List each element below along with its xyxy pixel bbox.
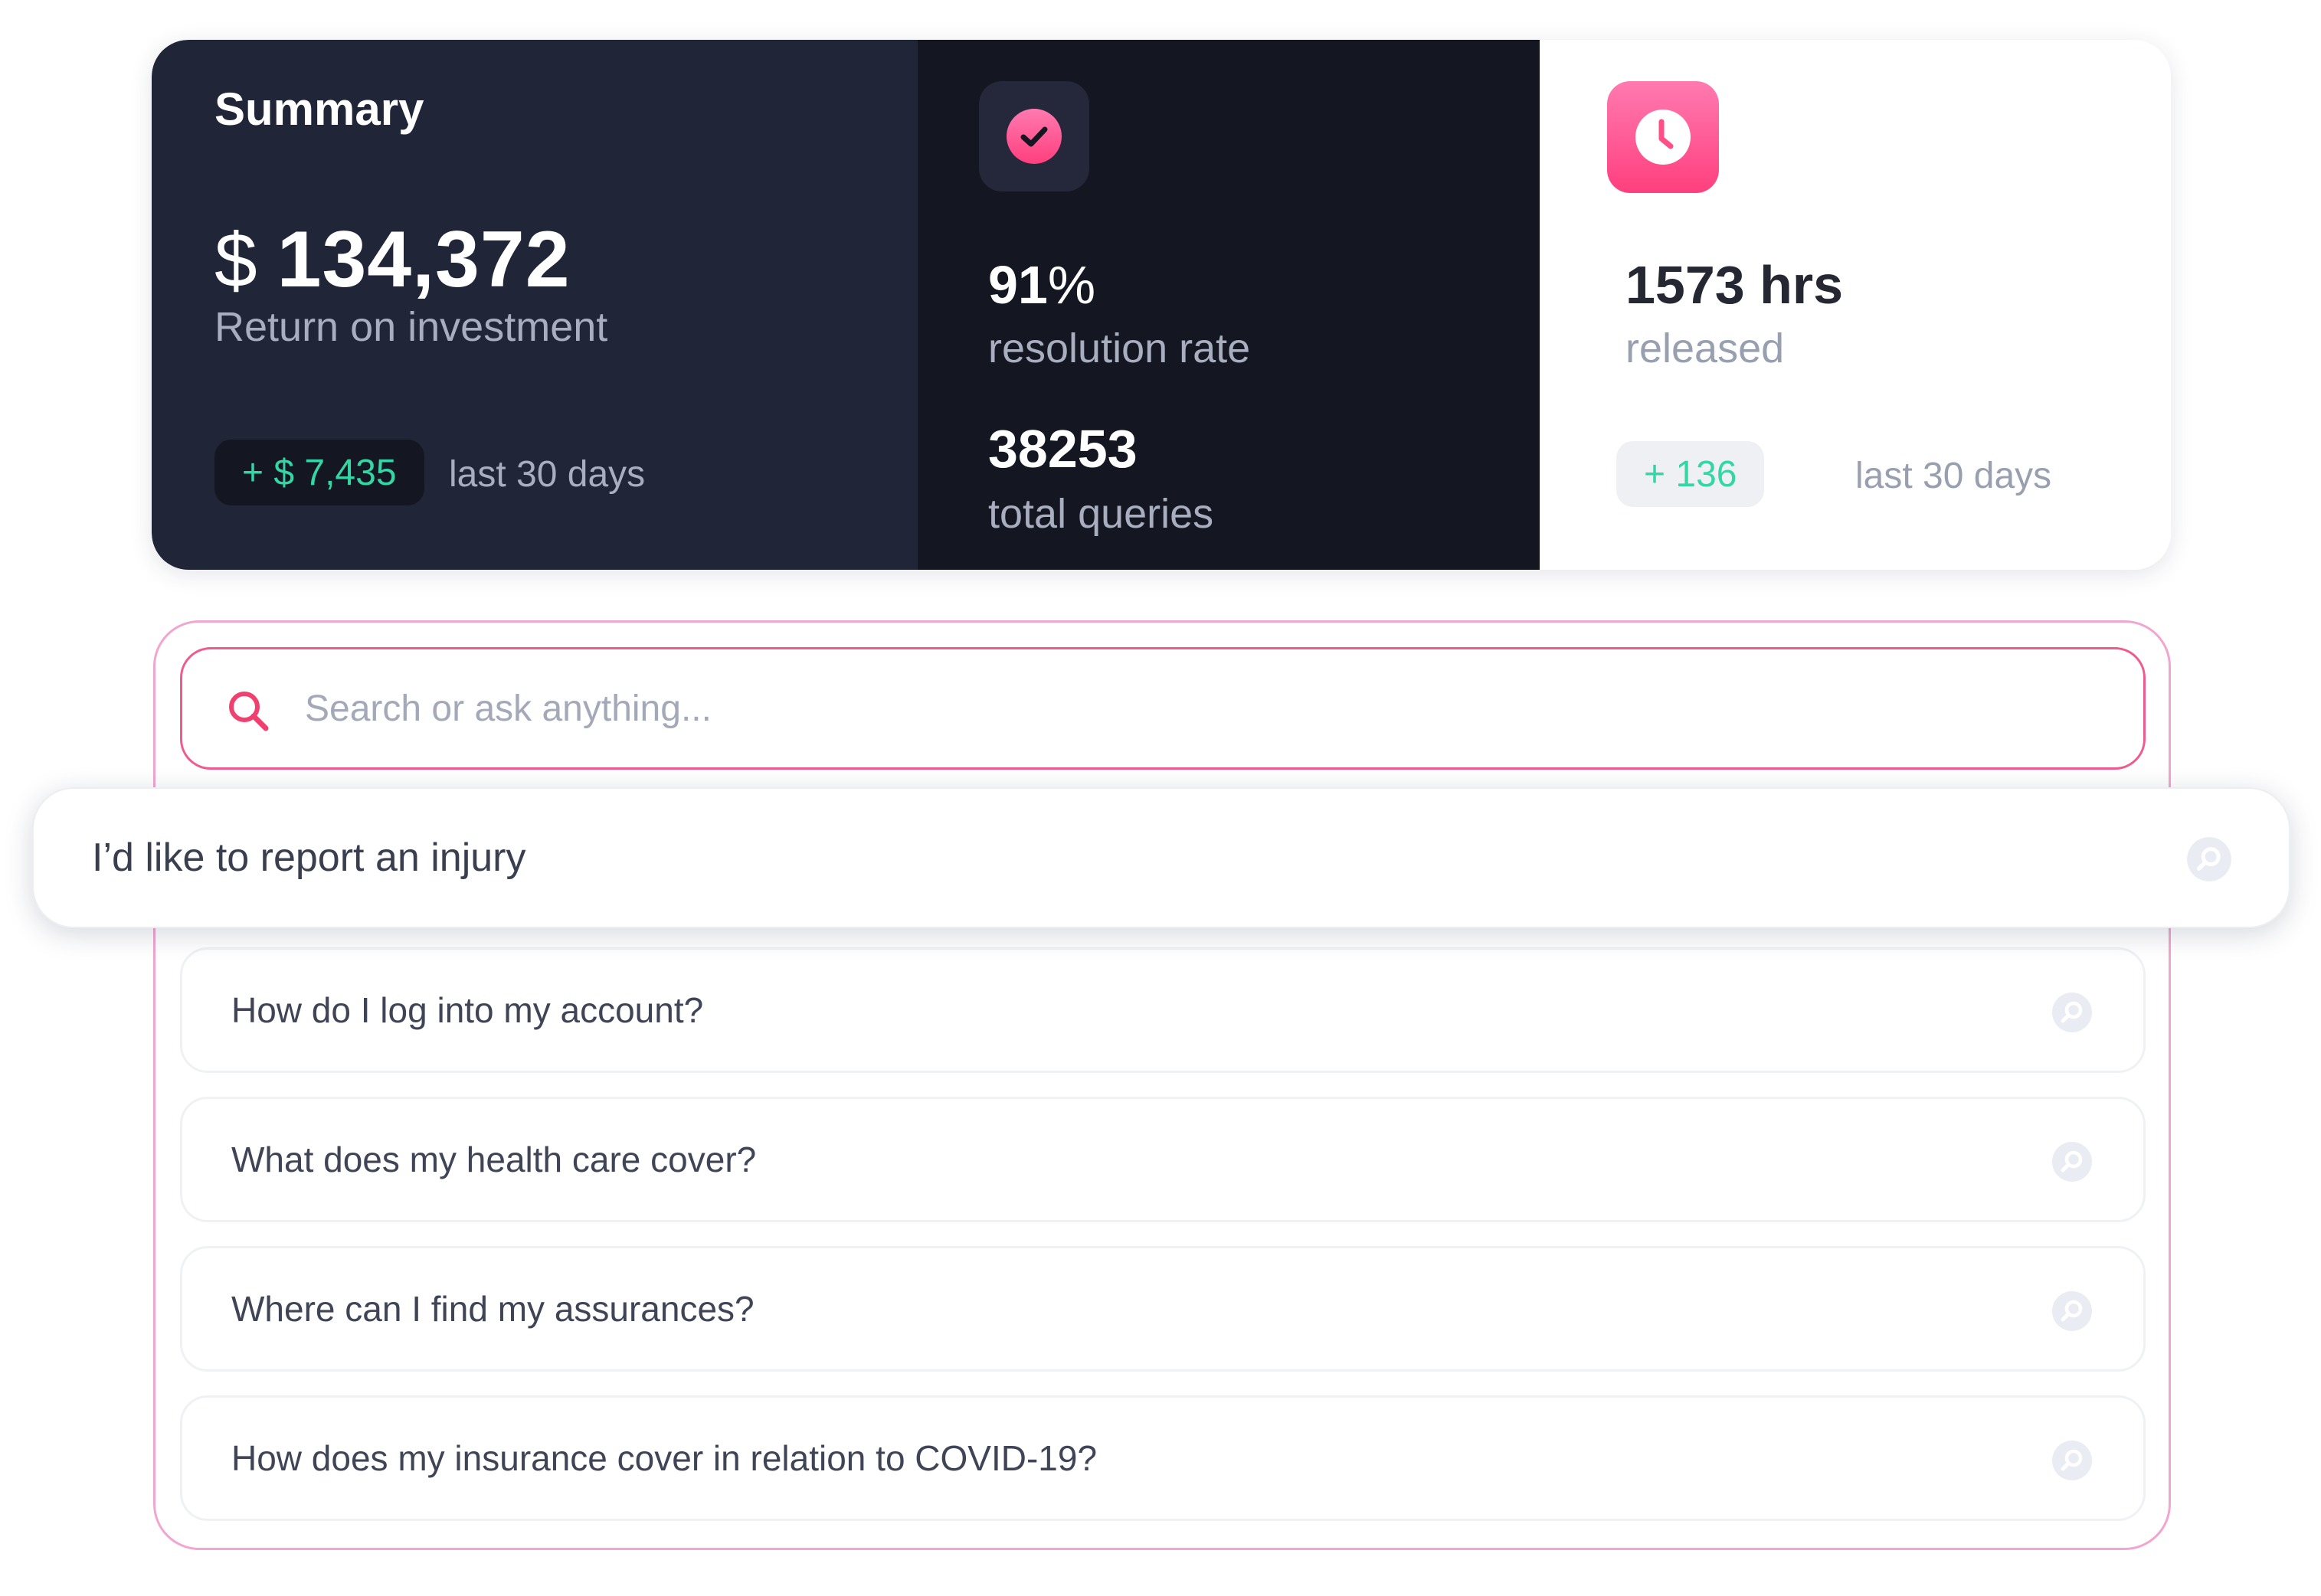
resolution-panel: 91% resolution rate 38253 total queries: [918, 40, 1540, 570]
search-panel: How do I log into my account? What does …: [153, 620, 2171, 1550]
suggestion-text: Where can I find my assurances?: [231, 1289, 755, 1329]
search-input[interactable]: [305, 649, 2113, 767]
total-queries-value: 38253: [988, 419, 1138, 479]
roi-period: last 30 days: [449, 454, 646, 495]
check-circle-icon: [1007, 109, 1062, 164]
hours-period: last 30 days: [1855, 456, 2052, 496]
hours-panel: 1573 hrs released + 136 last 30 days: [1540, 40, 2171, 570]
suggestion-text: What does my health care cover?: [231, 1140, 757, 1179]
roi-delta-badge: + $ 7,435: [214, 440, 424, 505]
suggestion-text: How does my insurance cover in relation …: [231, 1438, 1098, 1478]
search-icon: [229, 692, 269, 731]
clock-icon: [1635, 110, 1691, 165]
roi-amount: $ 134,372: [214, 214, 571, 306]
search-suggestion-icon: [2052, 993, 2092, 1032]
hours-released-label: released: [1625, 325, 1785, 371]
suggestion-item[interactable]: How do I log into my account?: [180, 947, 2146, 1073]
resolution-rate-value: 91%: [988, 255, 1096, 315]
suggestion-item[interactable]: Where can I find my assurances?: [180, 1246, 2146, 1372]
suggestion-text: How do I log into my account?: [231, 990, 704, 1030]
roi-value: 134,372: [277, 215, 571, 304]
highlighted-suggestion[interactable]: I’d like to report an injury: [32, 787, 2290, 928]
search-suggestion-icon: [2052, 1291, 2092, 1331]
hours-icon-tile: [1607, 81, 1719, 193]
summary-card: Summary $ 134,372 Return on investment +…: [152, 40, 2171, 570]
resolution-rate-label: resolution rate: [988, 325, 1251, 371]
summary-title: Summary: [214, 83, 424, 135]
roi-panel: Summary $ 134,372 Return on investment +…: [152, 40, 918, 570]
search-bar[interactable]: [180, 647, 2146, 770]
roi-label: Return on investment: [214, 304, 608, 350]
search-suggestion-icon: [2187, 837, 2231, 881]
roi-currency: $: [214, 217, 257, 303]
hours-released-value: 1573 hrs: [1625, 255, 1844, 315]
total-queries-label: total queries: [988, 491, 1214, 537]
search-suggestion-icon: [2052, 1142, 2092, 1182]
resolution-rate-unit: %: [1047, 255, 1096, 315]
suggestion-item[interactable]: What does my health care cover?: [180, 1097, 2146, 1222]
search-suggestion-icon: [2052, 1441, 2092, 1480]
highlighted-suggestion-text: I’d like to report an injury: [92, 836, 526, 880]
resolution-icon-tile: [979, 81, 1089, 191]
hours-delta-badge: + 136: [1616, 441, 1765, 507]
suggestion-item[interactable]: How does my insurance cover in relation …: [180, 1395, 2146, 1521]
